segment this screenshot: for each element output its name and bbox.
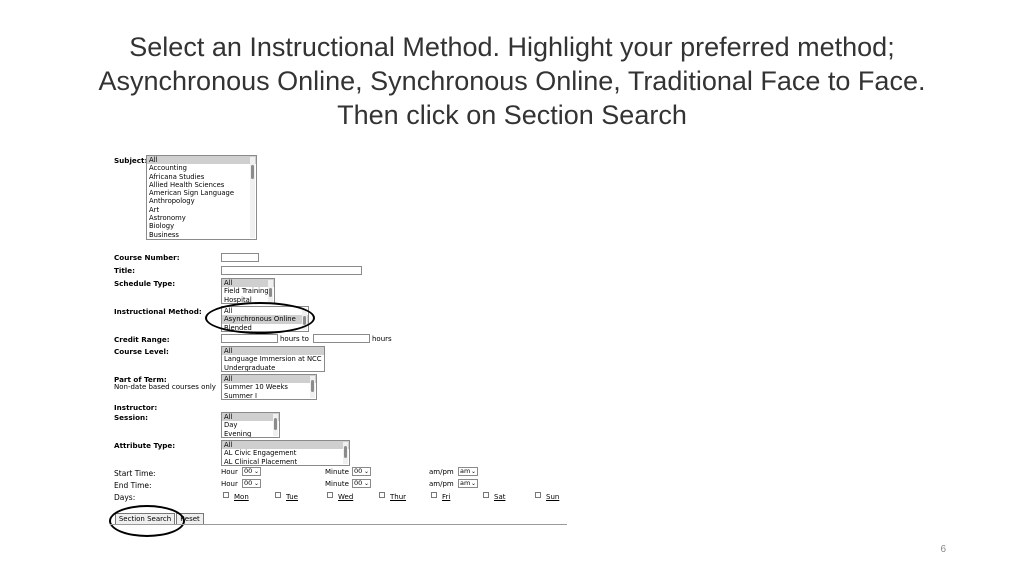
day-checkbox-mon[interactable] <box>223 492 229 498</box>
chevron-down-icon: ⌄ <box>363 468 369 475</box>
part-of-term-option[interactable]: Summer 10 Weeks <box>222 383 316 391</box>
schedule-type-label: Schedule Type: <box>114 279 176 288</box>
subject-option[interactable]: Biology <box>147 222 256 230</box>
chevron-down-icon: ⌄ <box>470 480 476 487</box>
end-ampm-label: am/pm <box>429 480 454 488</box>
session-option[interactable]: All <box>222 413 279 422</box>
day-checkbox-fri[interactable] <box>431 492 437 498</box>
chevron-down-icon: ⌄ <box>253 480 259 487</box>
day-label-wed[interactable]: Wed <box>338 493 353 501</box>
chevron-down-icon: ⌄ <box>470 468 476 475</box>
attribute-type-scrollbar[interactable] <box>343 442 348 464</box>
end-hour-select[interactable]: 00 ⌄ <box>242 479 261 488</box>
part-of-term-scrollbar[interactable] <box>310 376 315 398</box>
session-option[interactable]: Evening <box>222 430 279 437</box>
subject-option[interactable]: Allied Health Sciences <box>147 181 256 189</box>
part-of-term-option[interactable]: All <box>222 375 316 384</box>
chevron-down-icon: ⌄ <box>363 480 369 487</box>
subject-option[interactable]: American Sign Language <box>147 189 256 197</box>
start-ampm-select[interactable]: am ⌄ <box>458 467 478 476</box>
end-minute-select[interactable]: 00 ⌄ <box>352 479 371 488</box>
subject-option[interactable]: Business <box>147 231 256 239</box>
instructional-method-label: Instructional Method: <box>114 307 202 316</box>
course-level-listbox[interactable]: All Language Immersion at NCC Undergradu… <box>221 346 325 372</box>
start-hour-select[interactable]: 00 ⌄ <box>242 467 261 476</box>
session-listbox[interactable]: All Day Evening <box>221 412 280 438</box>
subject-option[interactable]: Anthropology <box>147 197 256 205</box>
attribute-type-label: Attribute Type: <box>114 441 176 450</box>
day-label-thur[interactable]: Thur <box>390 493 406 501</box>
schedule-type-listbox[interactable]: All Field Training Hospital <box>221 278 275 304</box>
attribute-type-option[interactable]: AL Clinical Placement <box>222 458 349 465</box>
schedule-type-scrollbar[interactable] <box>268 280 273 302</box>
subject-scrollbar[interactable] <box>250 157 255 238</box>
page-number: 6 <box>940 544 946 555</box>
course-number-label: Course Number: <box>114 253 180 262</box>
part-of-term-note: Non-date based courses only <box>114 383 216 391</box>
title-label: Title: <box>114 266 136 275</box>
day-label-tue[interactable]: Tue <box>286 493 298 501</box>
chevron-down-icon: ⌄ <box>253 468 259 475</box>
day-checkbox-thur[interactable] <box>379 492 385 498</box>
day-label-sun[interactable]: Sun <box>546 493 559 501</box>
credit-range-to-text: hours to <box>280 335 309 343</box>
attribute-type-option[interactable]: AL Civic Engagement <box>222 449 349 457</box>
course-level-option[interactable]: Undergraduate <box>222 364 324 371</box>
day-label-fri[interactable]: Fri <box>442 493 450 501</box>
session-label: Session: <box>114 413 149 422</box>
form-divider <box>110 524 567 525</box>
session-scrollbar[interactable] <box>273 414 278 436</box>
day-checkbox-wed[interactable] <box>327 492 333 498</box>
highlight-circle-section-search <box>109 505 185 537</box>
instructor-label: Instructor: <box>114 403 158 412</box>
subject-listbox[interactable]: All Accounting Africana Studies Allied H… <box>146 155 257 240</box>
days-label: Days: <box>114 493 136 502</box>
class-search-form: Subject: All Accounting Africana Studies… <box>0 0 1024 576</box>
subject-label: Subject: <box>114 156 148 165</box>
start-hour-label: Hour <box>221 468 238 476</box>
attribute-type-listbox[interactable]: All AL Civic Engagement AL Clinical Plac… <box>221 440 350 466</box>
start-time-label: Start Time: <box>114 469 156 478</box>
session-option[interactable]: Day <box>222 421 279 429</box>
day-label-mon[interactable]: Mon <box>234 493 249 501</box>
credit-range-suffix: hours <box>372 335 392 343</box>
subject-option[interactable]: Accounting <box>147 164 256 172</box>
end-minute-label: Minute <box>325 480 349 488</box>
highlight-circle-instructional-method <box>205 302 315 334</box>
end-time-label: End Time: <box>114 481 152 490</box>
course-level-option[interactable]: All <box>222 347 324 356</box>
part-of-term-option[interactable]: Summer I <box>222 392 316 399</box>
start-ampm-label: am/pm <box>429 468 454 476</box>
schedule-type-option[interactable]: Field Training <box>222 287 274 295</box>
course-level-option[interactable]: Language Immersion at NCC <box>222 355 324 363</box>
subject-option[interactable]: Africana Studies <box>147 173 256 181</box>
part-of-term-listbox[interactable]: All Summer 10 Weeks Summer I <box>221 374 317 400</box>
credit-to-input[interactable] <box>313 334 370 343</box>
course-level-label: Course Level: <box>114 347 169 356</box>
day-label-sat[interactable]: Sat <box>494 493 505 501</box>
end-hour-label: Hour <box>221 480 238 488</box>
day-checkbox-tue[interactable] <box>275 492 281 498</box>
title-input[interactable] <box>221 266 362 275</box>
day-checkbox-sun[interactable] <box>535 492 541 498</box>
subject-option[interactable]: Astronomy <box>147 214 256 222</box>
end-ampm-select[interactable]: am ⌄ <box>458 479 478 488</box>
attribute-type-option[interactable]: All <box>222 441 349 450</box>
subject-option[interactable]: Art <box>147 206 256 214</box>
start-minute-select[interactable]: 00 ⌄ <box>352 467 371 476</box>
day-checkbox-sat[interactable] <box>483 492 489 498</box>
credit-from-input[interactable] <box>221 334 278 343</box>
course-number-input[interactable] <box>221 253 259 262</box>
schedule-type-option[interactable]: All <box>222 279 274 288</box>
start-minute-label: Minute <box>325 468 349 476</box>
subject-option[interactable]: All <box>147 156 256 165</box>
credit-range-label: Credit Range: <box>114 335 170 344</box>
